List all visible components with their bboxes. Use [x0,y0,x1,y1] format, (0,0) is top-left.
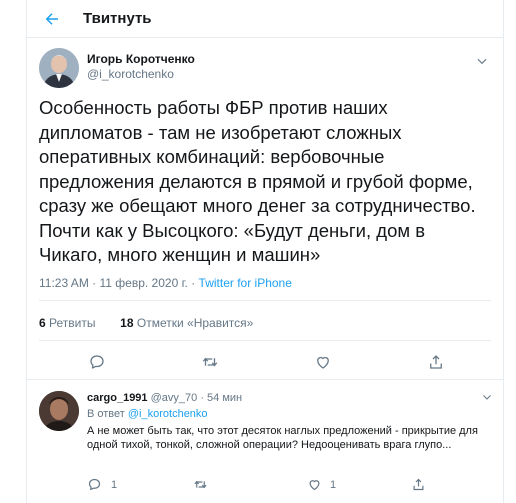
reply-like-count: 1 [330,479,337,491]
tweet-text: Особенность работы ФБР против наших дипл… [39,97,476,265]
tweet-meta: 11:23 AM · 11 февр. 2020 г. · Twitter fo… [39,276,292,290]
page-title: Твитнуть [83,10,152,27]
reply-to-handle[interactable]: @i_korotchenko [128,408,208,420]
like-icon[interactable] [307,477,322,492]
reply-author-name[interactable]: cargo_1991 [87,392,148,404]
reply-time[interactable]: 54 мин [207,392,242,404]
reply-icon[interactable] [87,477,102,492]
author-handle[interactable]: @i_korotchenko [87,67,174,81]
retweets-label: Ретвиты [49,316,96,330]
divider [27,379,503,380]
reply-author-avatar[interactable] [39,391,79,431]
author-name[interactable]: Игорь Коротченко [87,52,195,66]
retweet-icon[interactable] [193,477,208,492]
tweet-page: Твитнуть Игорь Коротченко @i_korotchenko… [26,0,504,503]
reply-to-prefix: В ответ [87,408,125,420]
share-icon[interactable] [427,353,445,371]
author-avatar[interactable] [39,48,79,88]
divider [39,340,491,341]
likes-stat[interactable]: 18 Отметки «Нравится» [120,316,253,330]
reply-author-handle[interactable]: @avy_70 [151,392,198,404]
chevron-down-icon[interactable] [481,391,493,403]
reply-text: А не может быть так, что этот десяток на… [87,425,478,451]
likes-count: 18 [120,316,134,330]
reply-to-line: В ответ @i_korotchenko [87,407,208,421]
tweet-time: 11:23 AM [39,276,89,290]
share-icon[interactable] [411,477,426,492]
reply-icon[interactable] [88,353,106,371]
top-bar: Твитнуть [27,0,503,38]
reply-count: 1 [111,479,118,491]
divider [39,300,491,301]
retweet-icon[interactable] [201,353,219,371]
reply-header: cargo_1991 @avy_70 · 54 мин [87,391,242,405]
retweets-stat[interactable]: 6 Ретвиты [39,316,95,330]
meta-separator: · [191,276,199,290]
retweets-count: 6 [39,316,46,330]
chevron-down-icon[interactable] [475,54,489,68]
tweet-date[interactable]: 11 февр. 2020 г. [100,276,188,290]
tweet-source[interactable]: Twitter for iPhone [199,276,292,290]
like-icon[interactable] [314,353,332,371]
meta-separator: · [200,392,204,404]
tweet-stats: 6 Ретвиты 18 Отметки «Нравится» [39,316,253,330]
likes-label: Отметки «Нравится» [136,316,254,330]
meta-separator: · [92,276,100,290]
back-arrow-icon[interactable] [43,10,61,28]
